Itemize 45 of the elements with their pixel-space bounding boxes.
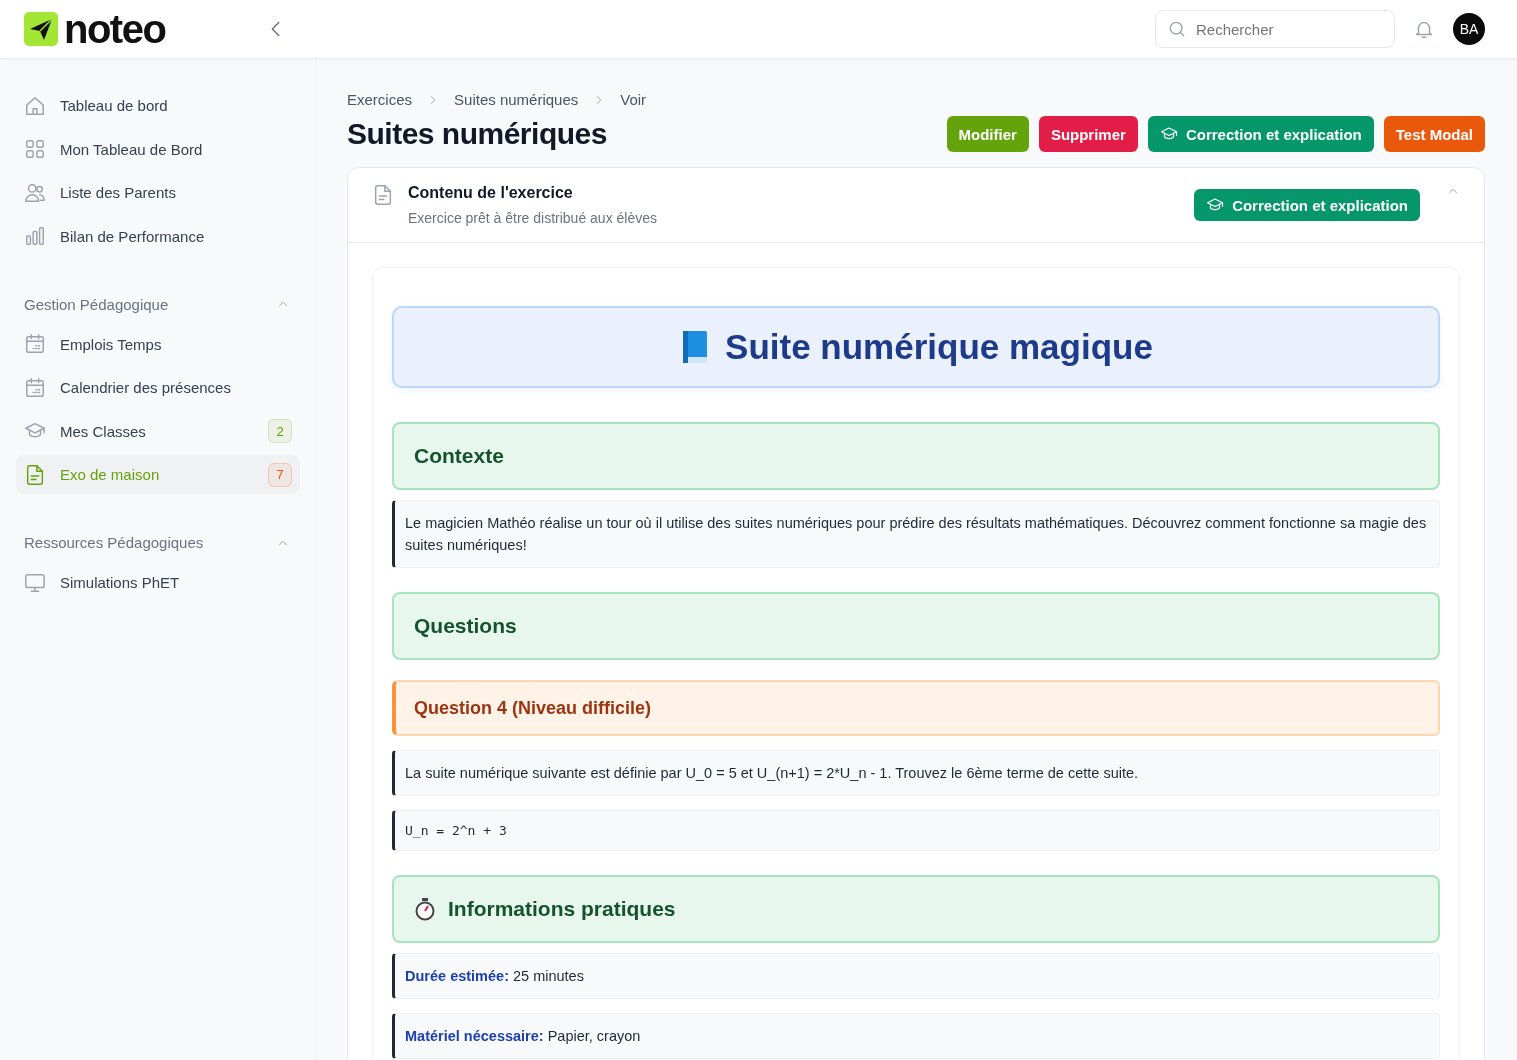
section-heading: Ressources Pédagogiques: [24, 534, 204, 551]
code-block: U_n = 2^n + 3: [392, 810, 1440, 851]
search-field[interactable]: Rechercher: [1155, 10, 1395, 48]
sidebar-item[interactable]: Liste des Parents: [16, 173, 300, 212]
sidebar-item[interactable]: Simulations PhET: [16, 563, 300, 602]
home-icon: [24, 94, 46, 117]
grid-icon: [24, 138, 46, 160]
search-icon: [1167, 19, 1187, 39]
page-title: Suites numériques: [347, 117, 607, 151]
document-icon: [372, 184, 394, 206]
text-block: Le magicien Mathéo réalise un tour où il utilise des suites numériques pour prédire des résultats mathématiques. Découvrez comment fonctionne sa magie des suites numériques!: [392, 500, 1440, 568]
section-heading: Gestion Pédagogique: [24, 295, 169, 313]
monitor-icon: [24, 571, 46, 594]
count-badge: 2: [268, 419, 292, 443]
heading-text: Questions: [414, 614, 517, 638]
heading-text: Informations pratiques: [448, 897, 676, 921]
question-heading: Question 4 (Niveau difficile): [392, 680, 1440, 736]
sidebar-item[interactable]: Bilan de Performance: [16, 216, 300, 256]
sidebar-item[interactable]: Calendrier des présences: [16, 368, 300, 407]
calendar-icon: [24, 376, 46, 399]
sidebar-item[interactable]: Mes Classes 2: [16, 411, 300, 451]
sidebar-item[interactable]: Tableau de bord: [16, 86, 300, 125]
card-title: Contenu de l'exercice: [408, 184, 574, 202]
breadcrumb-link[interactable]: Voir: [620, 91, 647, 108]
breadcrumb-link[interactable]: Suites numériques: [454, 91, 579, 108]
action-button[interactable]: Test Modal: [1383, 116, 1485, 152]
bar-chart-icon: [24, 225, 46, 247]
heading-text: Contexte: [414, 444, 504, 468]
action-button[interactable]: Correction et explication: [1147, 116, 1374, 152]
logo-icon: [24, 12, 58, 46]
sidebar-item[interactable]: Emplois Temps: [16, 324, 300, 364]
people-icon: [24, 181, 46, 204]
heading-text: Suite numérique magique: [725, 327, 1153, 367]
logo-text: noteo: [64, 6, 166, 52]
action-button[interactable]: Supprimer: [1038, 116, 1138, 152]
user-avatar[interactable]: BA: [1453, 13, 1485, 45]
stopwatch-icon: [414, 897, 436, 921]
document-icon: [24, 463, 46, 486]
count-badge: 7: [268, 462, 292, 487]
calendar-icon: [24, 333, 46, 355]
correction-button[interactable]: Correction et explication: [1194, 189, 1420, 221]
text-block: La suite numérique suivante est définie par U_0 = 5 et U_(n+1) = 2*U_n - 1. Trouvez le 6ème terme de cette suite.: [392, 750, 1440, 796]
sidebar-item[interactable]: Mon Tableau de Bord: [16, 129, 300, 169]
card-subtitle: Exercice prêt à être distribué aux élèves: [408, 210, 658, 226]
breadcrumb-link[interactable]: Exercices: [347, 91, 413, 108]
